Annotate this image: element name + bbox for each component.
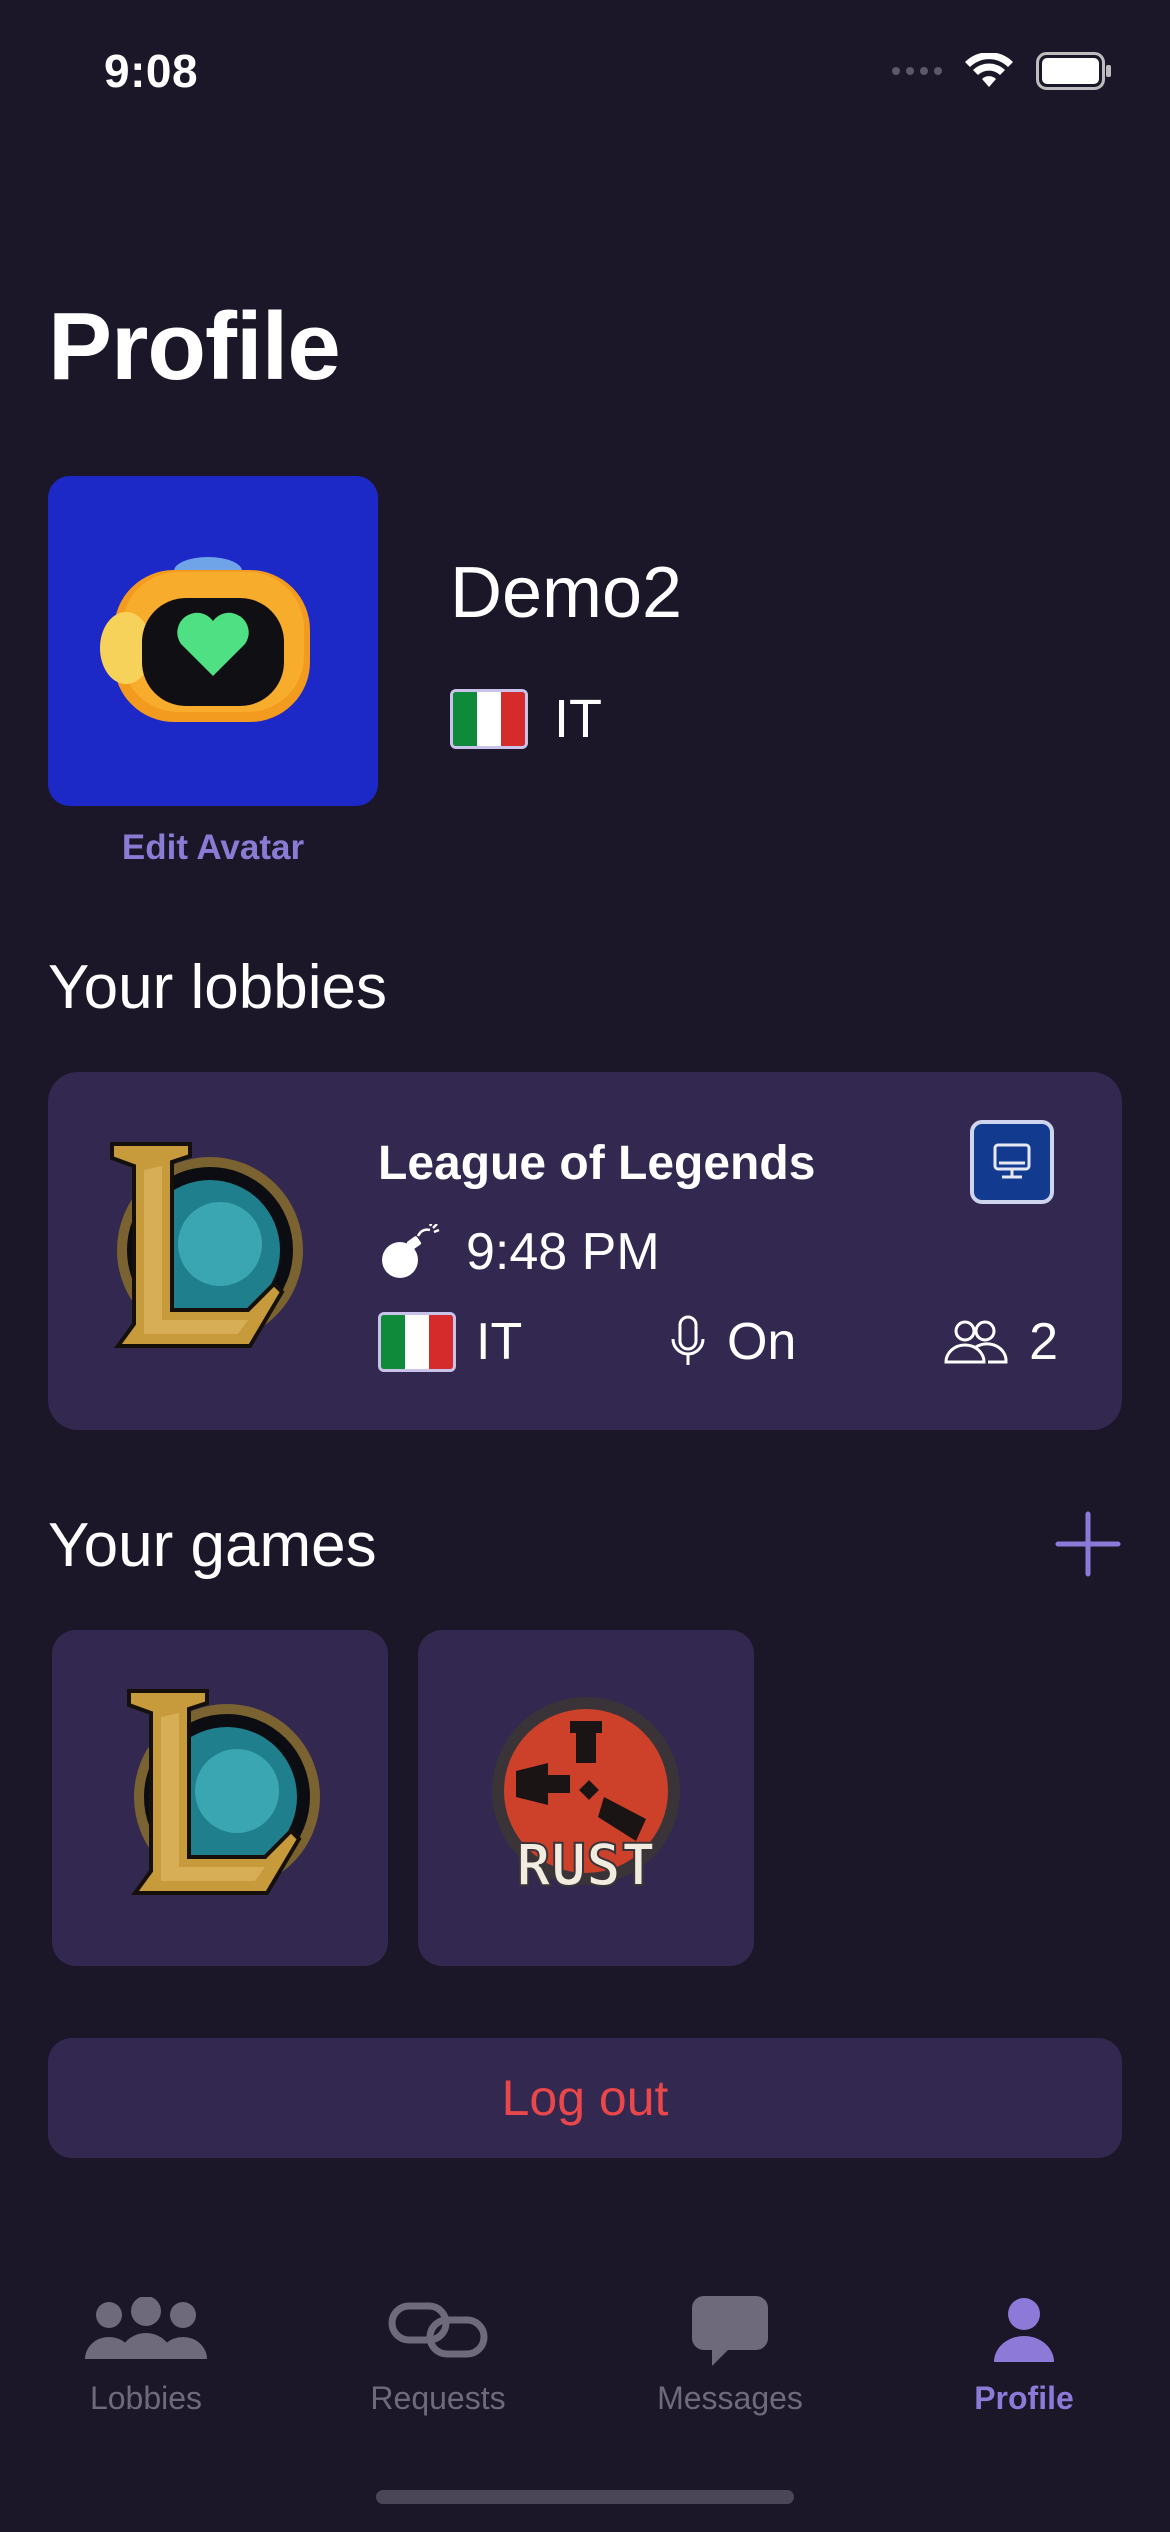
league-of-legends-logo	[110, 1142, 303, 1348]
lobby-mic: On	[669, 1312, 796, 1372]
lobby-game-name: League of Legends	[378, 1137, 816, 1190]
mascot-avatar-icon	[100, 557, 310, 722]
tab-lobbies[interactable]: Lobbies	[0, 2290, 292, 2417]
italy-flag-icon	[450, 689, 528, 749]
group-icon	[85, 2297, 207, 2359]
lobby-card[interactable]: League of Legends 9:48 PM IT On 2	[48, 1072, 1122, 1430]
tab-label: Profile	[974, 2380, 1074, 2416]
players-icon	[944, 1320, 1008, 1364]
lobby-info-row: IT On 2	[378, 1312, 1058, 1372]
league-of-legends-logo	[127, 1689, 320, 1895]
tab-label: Requests	[370, 2380, 506, 2416]
avatar[interactable]	[48, 476, 378, 806]
tab-requests[interactable]: Requests	[292, 2290, 584, 2417]
edit-avatar-link[interactable]: Edit Avatar	[48, 828, 378, 868]
page-title: Profile	[48, 293, 341, 400]
tab-profile[interactable]: Profile	[878, 2290, 1170, 2417]
microphone-icon	[671, 1315, 705, 1365]
italy-flag-icon	[378, 1312, 456, 1372]
add-game-button[interactable]	[1054, 1510, 1122, 1578]
rust-logo: RUST	[492, 1697, 680, 1900]
lobby-country-code: IT	[476, 1313, 523, 1371]
wifi-icon	[965, 53, 1013, 87]
profile-country: IT	[450, 688, 602, 750]
person-icon	[994, 2298, 1054, 2362]
bomb-icon	[382, 1224, 440, 1278]
cellular-signal-icon	[892, 67, 942, 75]
game-tile-league-of-legends[interactable]	[52, 1630, 388, 1966]
lobby-time: 9:48 PM	[466, 1223, 660, 1281]
status-indicators	[892, 52, 1112, 90]
tab-label: Lobbies	[89, 2380, 203, 2416]
lobby-players: 2	[943, 1312, 1058, 1372]
lobby-country: IT	[378, 1312, 522, 1372]
tab-messages[interactable]: Messages	[584, 2290, 876, 2417]
rust-logo-text: RUST	[516, 1831, 656, 1899]
platform-badge	[970, 1120, 1054, 1204]
pc-icon	[993, 1143, 1031, 1179]
link-icon	[388, 2302, 488, 2358]
username: Demo2	[450, 553, 683, 633]
home-indicator[interactable]	[376, 2490, 794, 2504]
game-tile-rust[interactable]: RUST	[418, 1630, 754, 1966]
chat-bubble-icon	[692, 2296, 768, 2366]
lobby-player-count: 2	[1029, 1313, 1058, 1371]
battery-icon	[1036, 52, 1111, 90]
lobby-mic-status: On	[726, 1313, 797, 1371]
lobby-time-row: 9:48 PM	[378, 1222, 660, 1282]
logout-button[interactable]: Log out	[48, 2038, 1122, 2158]
country-code: IT	[554, 689, 602, 749]
tab-label: Messages	[657, 2380, 803, 2416]
games-section-title: Your games	[48, 1511, 377, 1580]
status-time: 9:08	[104, 45, 199, 97]
lobbies-section-title: Your lobbies	[48, 953, 387, 1022]
